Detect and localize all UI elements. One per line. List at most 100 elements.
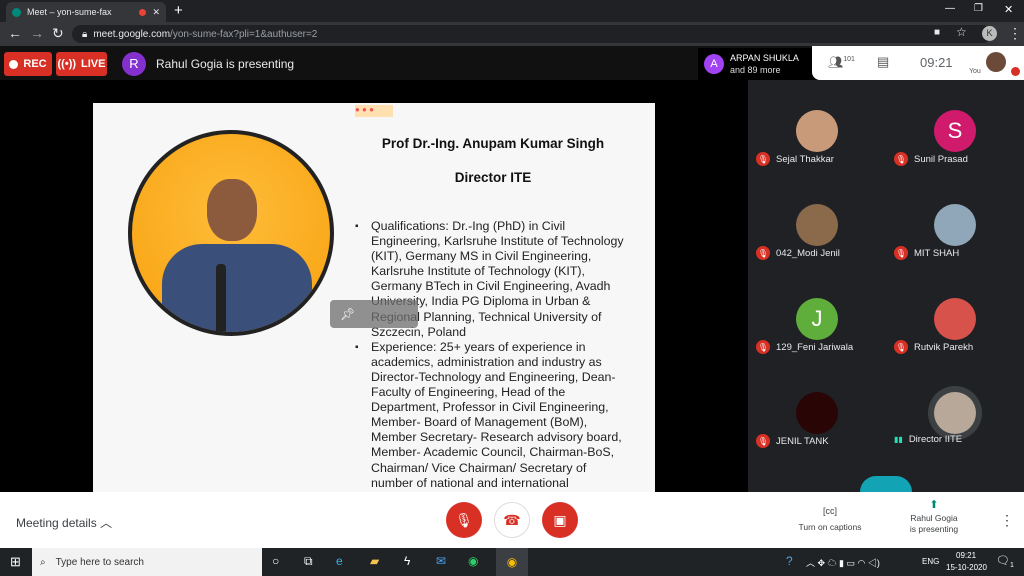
mic-muted-icon: 🎙︎ — [756, 246, 770, 260]
taskbar-time[interactable]: 09:21 — [956, 551, 976, 560]
tab-title: Meet – yon-sume-fax — [27, 7, 112, 17]
camera-icon[interactable]: ■ — [934, 27, 940, 38]
presenting-button[interactable]: ⬆︎ Rahul Gogia is presenting — [894, 500, 974, 535]
participant-tile[interactable]: 🎙︎ 042_Modi Jenil — [748, 198, 886, 292]
participant-tile[interactable]: J 🎙︎ 129_Feni Jariwala — [748, 292, 886, 386]
url-field[interactable]: 🔒︎ meet.google.com/yon-sume-fax?pli=1&au… — [72, 25, 992, 43]
mic-off-button[interactable]: 🎙︎ — [446, 502, 482, 538]
meet-favicon-icon — [12, 7, 21, 17]
participant-tile[interactable]: 🎙︎ Rutvik Parekh — [886, 292, 1024, 386]
rec-badge[interactable]: REC — [4, 52, 52, 76]
pin-icon: 📌︎ — [340, 307, 356, 321]
participant-name: MIT SHAH — [914, 247, 960, 259]
pin-presentation-button[interactable]: 📌︎ — [330, 300, 418, 328]
participant-name: Sejal Thakkar — [776, 153, 834, 165]
minimize-button[interactable]: — — [945, 3, 955, 14]
participant-tile[interactable]: ▮▮ Director IITE — [886, 386, 1024, 480]
mic-muted-icon: 🎙︎ — [756, 340, 770, 354]
more-options-icon[interactable]: ⋮ — [1000, 512, 1014, 529]
participant-avatar — [796, 392, 838, 434]
file-explorer-icon[interactable]: ▰ — [370, 554, 379, 568]
whatsapp-icon[interactable]: ◉ — [468, 554, 478, 568]
bullet-line: (KIT), Germany MS in Civil Engineering, — [371, 249, 592, 264]
profile-avatar[interactable]: K — [982, 26, 997, 41]
participant-tile[interactable]: 🎙︎ JENIL TANK — [748, 386, 886, 480]
meeting-details-button[interactable]: Meeting details ︿ — [16, 514, 112, 531]
bullet-line: Karlsruhe Institute of Technology (KIT), — [371, 264, 585, 279]
camera-off-button[interactable]: ▣ — [542, 502, 578, 538]
live-badge[interactable]: ((•)) LIVE — [56, 52, 107, 76]
mic-muted-icon: 🎙︎ — [894, 246, 908, 260]
other-participants-chip[interactable]: A ARPAN SHUKLA and 89 more — [698, 48, 823, 80]
participant-tile[interactable]: S 🎙︎ Sunil Prasad — [886, 104, 1024, 198]
mic-off-icon: 🎙︎ — [455, 511, 473, 528]
cortana-icon[interactable]: ○ — [272, 554, 279, 568]
participant-name: JENIL TANK — [776, 435, 829, 447]
cc-icon: [cc] — [822, 506, 837, 516]
taskbar-date[interactable]: 15-10-2020 — [946, 563, 987, 572]
meet-info-bar: 👥︎101 ▤ 09:21 You — [812, 46, 1024, 80]
people-button[interactable]: 👥︎101 — [828, 55, 855, 69]
browser-tab-bar: Meet – yon-sume-fax ✕ + — ❐ ✕ — [0, 0, 1024, 22]
task-view-icon[interactable]: ⧉ — [304, 554, 313, 569]
bullet-line: Germany BTech in Civil Engineering, Avad… — [371, 279, 611, 294]
participant-name: Sunil Prasad — [914, 153, 968, 165]
meet-bottom-bar: Meeting details ︿ 🎙︎ ☎︎ ▣ [cc] Turn on ca… — [0, 492, 1024, 548]
meeting-clock: 09:21 — [920, 55, 953, 70]
windows-start-icon[interactable]: ⊞ — [10, 554, 21, 570]
close-window-button[interactable]: ✕ — [1004, 3, 1013, 16]
chat-icon[interactable]: ▤ — [877, 54, 889, 70]
slide-bullet: Experience: 25+ years of experience inac… — [355, 340, 645, 491]
captions-button[interactable]: [cc] Turn on captions — [790, 506, 870, 532]
back-icon[interactable]: ← — [8, 25, 22, 41]
url-text: meet.google.com/yon-sume-fax?pli=1&authu… — [93, 29, 317, 40]
present-icon: ⬆︎ — [929, 499, 939, 511]
participants-grid: 🎙︎ Sejal Thakkar S 🎙︎ Sunil Prasad 🎙︎ 042_Modi… — [748, 80, 1024, 492]
participant-avatar: A — [704, 54, 724, 74]
camera-off-icon: ▣ — [553, 511, 567, 528]
edge-icon[interactable]: e — [336, 554, 343, 568]
recording-dot-icon — [139, 8, 147, 16]
chevron-up-icon: ︿ — [100, 516, 113, 530]
slide-toolbar-icons: ● ● ● — [355, 105, 393, 117]
app-icon[interactable]: ϟ — [404, 554, 410, 568]
help-icon[interactable]: ? — [786, 554, 793, 568]
tray-icons[interactable]: ︿ ✥ ☁ ▮ ▭ ◠ ◁) — [806, 556, 880, 569]
participant-tile[interactable]: 🎙︎ MIT SHAH — [886, 198, 1024, 292]
maximize-button[interactable]: ❐ — [974, 3, 983, 14]
participant-name-row: 🎙︎ 042_Modi Jenil — [756, 246, 840, 260]
you-label: You — [969, 68, 981, 75]
notification-icon[interactable]: 🗨︎1 — [996, 554, 1014, 569]
address-bar-row: ← → ↻ 🔒︎ meet.google.com/yon-sume-fax?pl… — [0, 22, 1024, 46]
self-muted-icon — [1011, 67, 1020, 76]
forward-icon[interactable]: → — [30, 25, 44, 41]
record-dot-icon — [9, 59, 19, 69]
language-indicator[interactable]: ENG — [922, 557, 939, 566]
presenting-line2: is presenting — [909, 524, 959, 534]
chrome-icon[interactable]: ◉ — [496, 548, 528, 576]
close-tab-icon[interactable]: ✕ — [152, 7, 160, 18]
self-avatar[interactable] — [986, 52, 1006, 72]
meeting-details-label: Meeting details — [16, 516, 97, 530]
browser-tab[interactable]: Meet – yon-sume-fax ✕ — [6, 2, 166, 22]
reload-icon[interactable]: ↻ — [52, 25, 64, 42]
speaker-photo — [128, 130, 334, 336]
browser-menu-icon[interactable]: ⋮ — [1008, 25, 1022, 42]
new-tab-button[interactable]: + — [174, 2, 183, 19]
search-icon: ⌕ — [40, 556, 46, 568]
url-path: /yon-sume-fax?pli=1&authuser=2 — [170, 28, 318, 40]
others-more: and 89 more — [730, 65, 781, 75]
mic-muted-icon: 🎙︎ — [756, 152, 770, 166]
windows-taskbar: ⊞ ⌕ Type here to search ○ ⧉ e ▰ ϟ ✉ ◉ ◉ ?… — [0, 548, 1024, 576]
taskbar-search[interactable]: ⌕ Type here to search — [32, 548, 262, 576]
participant-name: 042_Modi Jenil — [776, 247, 840, 259]
search-placeholder: Type here to search — [55, 556, 144, 568]
mail-icon[interactable]: ✉ — [436, 554, 446, 568]
bookmark-star-icon[interactable]: ☆ — [956, 25, 967, 39]
participant-avatar — [934, 298, 976, 340]
leave-call-button[interactable]: ☎︎ — [494, 502, 530, 538]
participant-tile[interactable]: 🎙︎ Sejal Thakkar — [748, 104, 886, 198]
broadcast-icon: ((•)) — [57, 58, 77, 70]
participant-name-row: 🎙︎ Rutvik Parekh — [894, 340, 973, 354]
participant-name: 129_Feni Jariwala — [776, 341, 854, 353]
